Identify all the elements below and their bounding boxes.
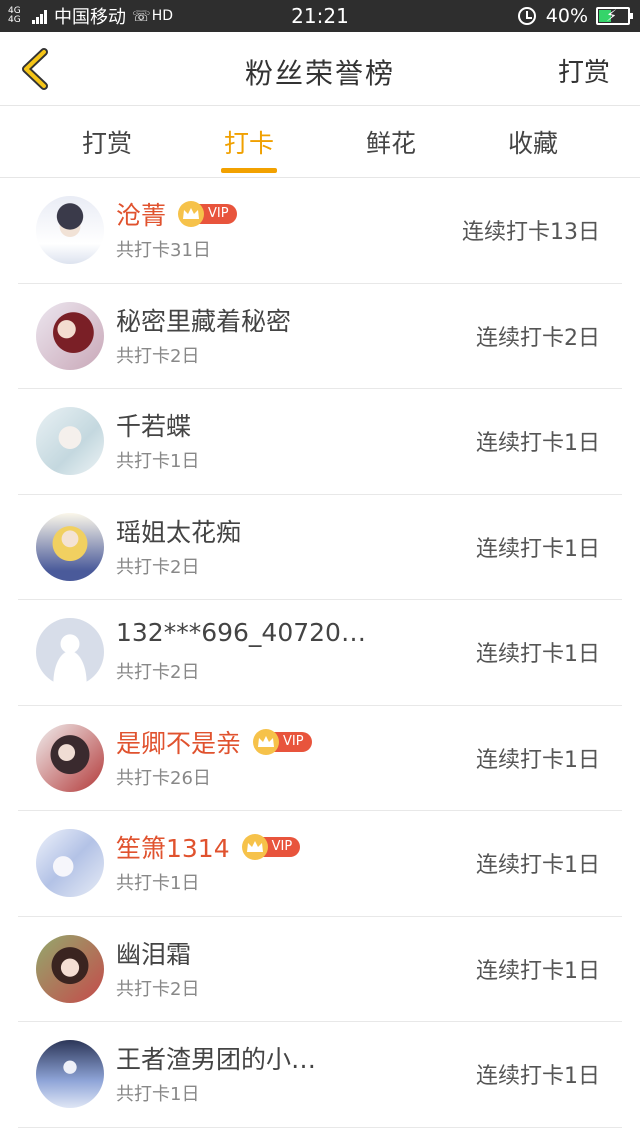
- crown-icon: [253, 728, 280, 755]
- fan-name-line: 瑶姐太花痴: [116, 513, 241, 549]
- avatar[interactable]: [36, 407, 104, 475]
- crown-icon: [178, 201, 205, 227]
- fan-row[interactable]: 132***696_40720… 共打卡2日 连续打卡1日: [0, 600, 640, 706]
- reward-button[interactable]: 打赏: [558, 52, 610, 89]
- fan-name-line: 132***696_40720…: [116, 618, 366, 647]
- vip-badge: VIP: [253, 728, 312, 755]
- fan-name: 千若蝶: [116, 412, 192, 441]
- total-checkin-days: 共打卡2日: [116, 978, 200, 1000]
- fan-row[interactable]: 王者渣男团的小… 共打卡1日 连续打卡1日: [0, 1022, 640, 1128]
- fan-name: 秘密里藏着秘密: [116, 306, 292, 336]
- status-bar: 4G 4G 中国移动 ☏ HD 21:21 40% ⚡: [0, 0, 640, 32]
- fan-row[interactable]: 幽泪霜共打卡2日 连续打卡1日: [0, 917, 640, 1022]
- consecutive-checkin-days: 连续打卡1日: [476, 853, 600, 878]
- vip-badge: VIP: [241, 834, 301, 860]
- fan-name-line: 王者渣男团的小…: [116, 1040, 316, 1076]
- consecutive-checkin-days: 连续打卡1日: [476, 747, 600, 773]
- fan-name-line: 沧菁 VIP: [116, 196, 237, 232]
- battery-percent: 40%: [545, 5, 588, 27]
- battery-icon: ⚡: [596, 6, 633, 25]
- active-tab-indicator: [221, 168, 277, 173]
- tab-favorites[interactable]: 收藏: [488, 124, 578, 160]
- fan-name: 是卿不是亲: [116, 728, 242, 758]
- fan-row[interactable]: 千若蝶共打卡1日 连续打卡1日: [0, 389, 640, 495]
- consecutive-checkin-days: 连续打卡1日: [476, 536, 600, 562]
- consecutive-checkin-days: 连续打卡1日: [476, 642, 600, 667]
- fan-name: 幽泪霜: [116, 939, 192, 969]
- avatar[interactable]: [36, 301, 104, 370]
- divider: [18, 1126, 622, 1128]
- avatar[interactable]: [36, 723, 104, 792]
- avatar[interactable]: [36, 196, 104, 264]
- consecutive-checkin-days: 连续打卡2日: [476, 325, 600, 351]
- avatar[interactable]: [36, 1040, 104, 1108]
- tab-reward[interactable]: 打赏: [62, 124, 152, 160]
- fan-name: 王者渣男团的小…: [116, 1045, 317, 1074]
- avatar[interactable]: [36, 934, 104, 1003]
- alarm-icon: [517, 7, 536, 25]
- consecutive-checkin-days: 连续打卡1日: [476, 1064, 600, 1089]
- total-checkin-days: 共打卡31日: [116, 240, 211, 261]
- fan-ranking-list: 沧菁 VIP 共打卡31日 连续打卡13日 秘密里藏着秘密 共打卡2日 连续打卡2日 千若蝶共…: [0, 178, 640, 1128]
- crown-icon: [241, 834, 268, 860]
- fan-name-line: 笙箫1314 VIP: [116, 829, 301, 865]
- fan-row[interactable]: 秘密里藏着秘密共打卡2日 连续打卡2日: [0, 284, 640, 389]
- consecutive-checkin-days: 连续打卡1日: [476, 431, 600, 456]
- tab-bar: 打赏 打卡 鲜花 收藏: [0, 106, 640, 178]
- tab-flowers[interactable]: 鲜花: [346, 124, 436, 160]
- fan-name: 笙箫1314: [116, 834, 230, 863]
- fan-row[interactable]: 笙箫1314 VIP 共打卡1日 连续打卡1日: [0, 811, 640, 917]
- avatar[interactable]: [36, 512, 104, 581]
- fan-name-line: 是卿不是亲 VIP: [116, 724, 312, 760]
- fan-name-line: 秘密里藏着秘密: [116, 302, 291, 338]
- fan-name: 沧菁: [116, 201, 167, 230]
- total-checkin-days: 共打卡2日: [116, 556, 200, 578]
- fan-name: 132***696_40720…: [116, 618, 366, 647]
- status-right: 40% ⚡: [517, 5, 633, 27]
- total-checkin-days: 共打卡1日: [116, 451, 200, 472]
- fan-name-line: 千若蝶: [116, 407, 191, 443]
- page-title: 粉丝荣誉榜: [244, 57, 395, 90]
- total-checkin-days: 共打卡2日: [116, 345, 200, 367]
- app-header: 粉丝荣誉榜 打赏: [0, 32, 640, 106]
- default-avatar-icon[interactable]: [36, 618, 104, 686]
- fan-name: 瑶姐太花痴: [116, 517, 242, 547]
- total-checkin-days: 共打卡2日: [116, 662, 200, 683]
- consecutive-checkin-days: 连续打卡13日: [462, 220, 600, 245]
- tab-checkin[interactable]: 打卡: [204, 124, 294, 160]
- total-checkin-days: 共打卡1日: [116, 873, 200, 894]
- consecutive-checkin-days: 连续打卡1日: [476, 958, 600, 984]
- fan-name-line: 幽泪霜: [116, 935, 191, 971]
- total-checkin-days: 共打卡1日: [116, 1084, 200, 1105]
- fan-row[interactable]: 沧菁 VIP 共打卡31日 连续打卡13日: [0, 178, 640, 284]
- vip-badge: VIP: [178, 201, 237, 227]
- total-checkin-days: 共打卡26日: [116, 767, 211, 789]
- avatar[interactable]: [36, 829, 104, 897]
- fan-row[interactable]: 是卿不是亲 VIP 共打卡26日 连续打卡1日: [0, 706, 640, 811]
- fan-row[interactable]: 瑶姐太花痴共打卡2日 连续打卡1日: [0, 495, 640, 600]
